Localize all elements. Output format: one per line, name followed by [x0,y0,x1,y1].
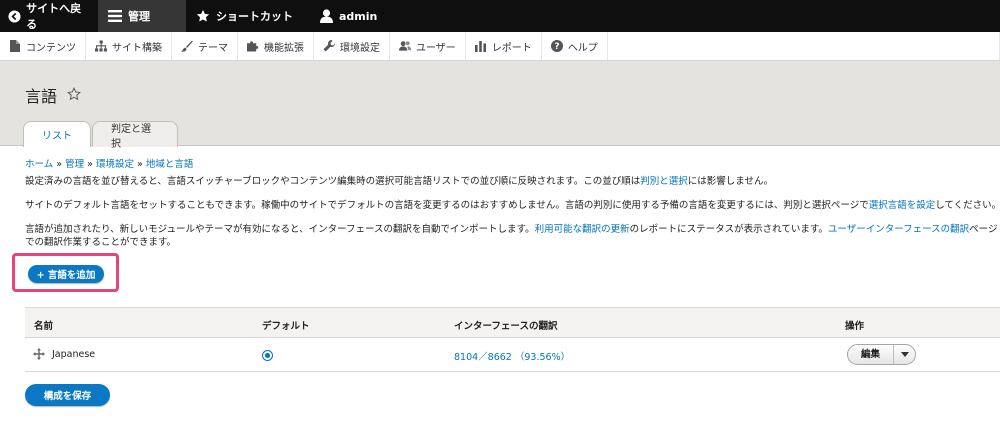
star-icon [196,9,210,23]
add-language-button[interactable]: + 言語を追加 [28,265,104,283]
selected-language-link[interactable]: 選択言語を設定 [869,200,936,211]
column-header-name: 名前 [34,321,54,332]
breadcrumb-separator: » [137,159,143,170]
star-outline-icon[interactable] [67,86,81,105]
breadcrumb: ホーム » 管理 » 環境設定 » 地域と言語 [25,158,1000,172]
bar-chart-icon [474,40,487,52]
caret-down-icon [900,352,909,357]
column-header-default: デフォルト [262,321,310,332]
content-area: ホーム » 管理 » 環境設定 » 地域と言語 設定済みの言語を並び替えると、言… [25,158,1000,248]
primary-tabs: リスト 判定と選択 [23,121,179,150]
menu-item-structure[interactable]: サイト構築 [86,32,172,60]
page-title: 言語 [25,83,81,107]
paint-brush-icon [181,40,193,52]
breadcrumb-separator: » [87,159,93,170]
help-text: してください。 [935,200,1000,211]
edit-button[interactable]: 編集 [848,345,894,364]
tab-detection-selection[interactable]: 判定と選択 [92,121,178,150]
back-to-site-label: サイトへ戻る [26,2,82,31]
manage-label: 管理 [128,10,150,23]
breadcrumb-link-admin[interactable]: 管理 [65,159,84,170]
tab-list[interactable]: リスト [23,121,91,148]
menu-item-appearance[interactable]: テーマ [172,32,238,60]
menu-item-label: ユーザー [416,42,456,54]
language-name: Japanese [52,349,96,360]
help-text: サイトのデフォルト言語をセットすることもできます。稼働中のサイトでデフォルトの言… [25,200,869,211]
menu-item-label: レポート [491,42,532,54]
table-header: 名前 デフォルト インターフェースの翻訳 操作 [25,307,1000,338]
wrench-icon [323,40,335,52]
menu-item-label: サイト構築 [112,42,162,54]
help-text: 設定済みの言語を並び替えると、言語スイッチャーブロックやコンテンツ編集時の選択可… [25,176,641,187]
back-to-site-link[interactable]: サイトへ戻る [0,0,98,32]
manage-tab[interactable]: 管理 [98,0,186,32]
menu-item-label: 環境設定 [340,42,380,54]
menu-item-config[interactable]: 環境設定 [314,32,390,60]
shortcuts-label: ショートカット [216,10,293,23]
user-icon [319,9,333,23]
help-icon: ? [550,40,563,52]
menu-item-reports[interactable]: レポート [466,32,542,60]
default-radio[interactable] [262,350,273,361]
radio-selected-dot [265,353,270,358]
translation-progress-link[interactable]: 8104／8662 （93.56%） [454,349,570,363]
puzzle-icon [247,40,259,52]
breadcrumb-link-config[interactable]: 環境設定 [96,159,134,170]
menu-item-help[interactable]: ? ヘルプ [542,32,608,60]
menu-spacer [608,32,1000,60]
hamburger-icon [108,9,122,23]
page-icon [9,40,21,52]
menu-item-people[interactable]: ユーザー [390,32,466,60]
menu-item-label: 機能拡張 [264,42,304,54]
table-row: Japanese 8104／8662 （93.56%） 編集 [25,338,1000,372]
breadcrumb-link-home[interactable]: ホーム [25,159,53,170]
help-text-ordering: 設定済みの言語を並び替えると、言語スイッチャーブロックやコンテンツ編集時の選択可… [25,175,1000,188]
tab-label: 判定と選択 [111,123,151,150]
tab-label: リスト [42,131,72,142]
help-text: 言語が追加されたり、新しいモジュールやテーマが有効になると、インターフェースの翻… [25,224,535,235]
dropdown-toggle[interactable] [894,352,915,357]
structure-icon [95,40,107,52]
help-text: のレポートにステータスが表示されています。 [629,224,828,235]
detection-selection-link[interactable]: 判別と選択 [640,176,688,187]
column-header-translation: インターフェースの翻訳 [454,321,558,332]
back-arrow-icon [8,9,21,23]
user-label: admin [339,9,378,23]
menu-item-label: コンテンツ [26,42,76,54]
breadcrumb-link-regional[interactable]: 地域と言語 [146,159,194,170]
page-title-text: 言語 [25,87,58,106]
admin-menu: コンテンツ サイト構築 テーマ 機能拡張 環境設定 ユーザー レポート ? ヘル… [0,32,1000,61]
column-header-operations: 操作 [845,321,865,332]
help-text: には影響しません。 [687,176,773,187]
shortcuts-tab[interactable]: ショートカット [186,0,303,32]
breadcrumb-separator: » [56,159,63,170]
save-configuration-button[interactable]: 構成を保存 [25,384,110,406]
menu-item-label: テーマ [198,42,228,54]
languages-table: 名前 デフォルト インターフェースの翻訳 操作 Japanese 8104／86… [25,307,1000,372]
users-icon [399,40,411,52]
menu-item-extend[interactable]: 機能拡張 [238,32,314,60]
highlight-box: + 言語を追加 [12,253,119,292]
operations-dropbutton: 編集 [847,344,916,365]
available-translation-updates-link[interactable]: 利用可能な翻訳の更新 [535,224,630,235]
help-text-import: 言語が追加されたり、新しいモジュールやテーマが有効になると、インターフェースの翻… [25,223,1000,249]
ui-translation-link[interactable]: ユーザーインターフェースの翻訳 [828,224,969,235]
help-text-default: サイトのデフォルト言語をセットすることもできます。稼働中のサイトでデフォルトの言… [25,199,1000,212]
user-tab[interactable]: admin [309,0,387,32]
page-header: 言語 リスト 判定と選択 [0,61,1000,150]
svg-text:?: ? [554,42,559,52]
admin-toolbar: サイトへ戻る 管理 ショートカット admin [0,0,1000,32]
drag-handle-icon[interactable] [33,348,45,363]
menu-item-label: ヘルプ [567,42,598,54]
menu-item-content[interactable]: コンテンツ [0,32,86,60]
